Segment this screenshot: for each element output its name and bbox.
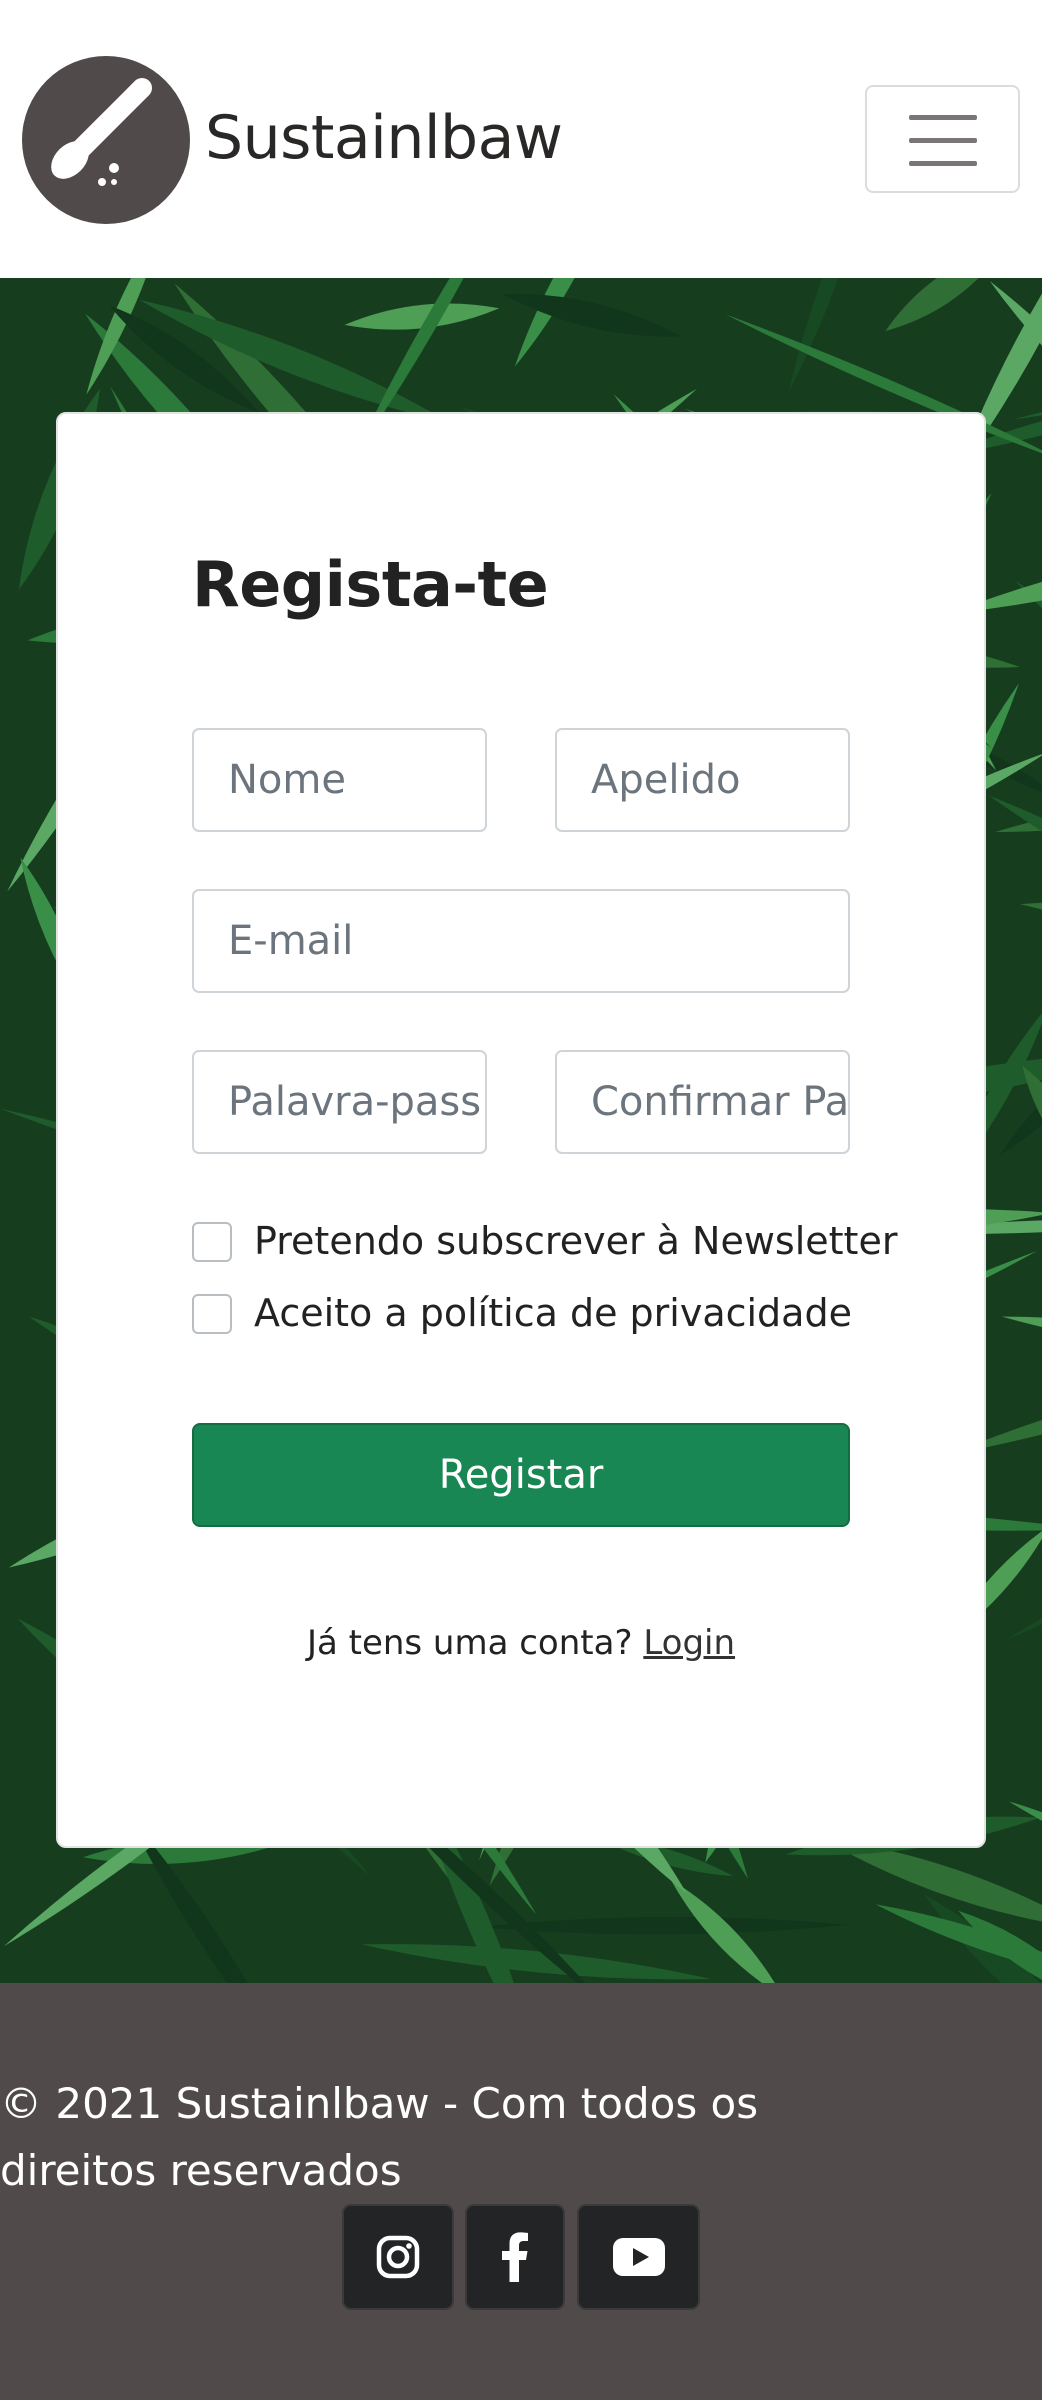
register-button[interactable]: Registar [192,1423,850,1527]
instagram-icon [376,2235,420,2279]
copyright-text: © 2021 Sustainlbaw - Com todos os direit… [0,2079,759,2195]
password-input[interactable]: Palavra-pass [192,1050,487,1154]
confirm-password-input[interactable]: Confirmar Pa [555,1050,850,1154]
facebook-icon [502,2232,528,2282]
login-prompt-line: Já tens uma conta? Login [192,1618,850,1668]
menu-toggle-button[interactable] [865,85,1020,193]
login-prompt: Já tens uma conta? [306,1623,633,1663]
login-link[interactable]: Login [643,1623,735,1663]
form-title: Regista-te [192,548,549,621]
newsletter-option: Pretendo subscrever à Newsletter [192,1219,897,1264]
brand-name[interactable]: Sustainlbaw [205,98,563,178]
navbar: Sustainlbaw [0,0,1042,278]
email-input[interactable]: E-mail [192,889,850,993]
privacy-label[interactable]: Aceito a política de privacidade [254,1288,852,1338]
newsletter-label[interactable]: Pretendo subscrever à Newsletter [254,1216,897,1266]
privacy-checkbox[interactable] [192,1294,232,1334]
last-name-input[interactable]: Apelido [555,728,850,832]
youtube-icon [612,2238,665,2276]
privacy-option: Aceito a política de privacidade [192,1291,852,1336]
instagram-button[interactable] [342,2204,454,2310]
newsletter-checkbox[interactable] [192,1222,232,1262]
facebook-button[interactable] [465,2204,565,2310]
spoon-icon[interactable] [22,56,190,224]
youtube-button[interactable] [577,2204,700,2310]
first-name-input[interactable]: Nome [192,728,487,832]
